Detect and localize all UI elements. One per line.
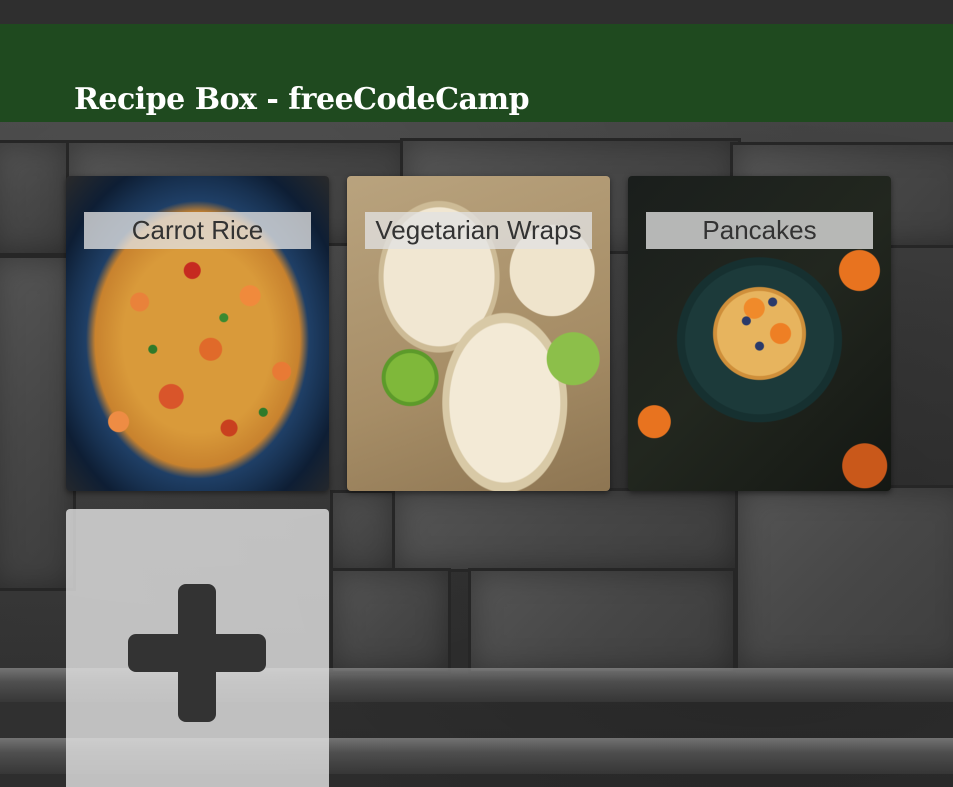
background-slab bbox=[0, 255, 76, 591]
background-slab bbox=[330, 490, 401, 576]
recipe-title: Pancakes bbox=[646, 212, 873, 249]
page-title: Recipe Box - freeCodeCamp bbox=[74, 82, 530, 117]
recipe-title: Carrot Rice bbox=[84, 212, 311, 249]
recipe-card-vegetarian-wraps[interactable]: Vegetarian Wraps bbox=[347, 176, 610, 491]
plus-icon bbox=[128, 584, 266, 722]
background-slab bbox=[735, 485, 953, 671]
background-slab bbox=[0, 140, 76, 256]
background-top-strip bbox=[0, 0, 953, 24]
recipe-card-carrot-rice[interactable]: Carrot Rice bbox=[66, 176, 329, 491]
recipe-title: Vegetarian Wraps bbox=[365, 212, 592, 249]
recipe-card-pancakes[interactable]: Pancakes bbox=[628, 176, 891, 491]
background-slab bbox=[330, 568, 451, 674]
add-recipe-button[interactable] bbox=[66, 509, 329, 787]
app-header: Recipe Box - freeCodeCamp bbox=[0, 24, 953, 122]
background-slab bbox=[392, 488, 738, 572]
background-slab bbox=[468, 568, 736, 674]
